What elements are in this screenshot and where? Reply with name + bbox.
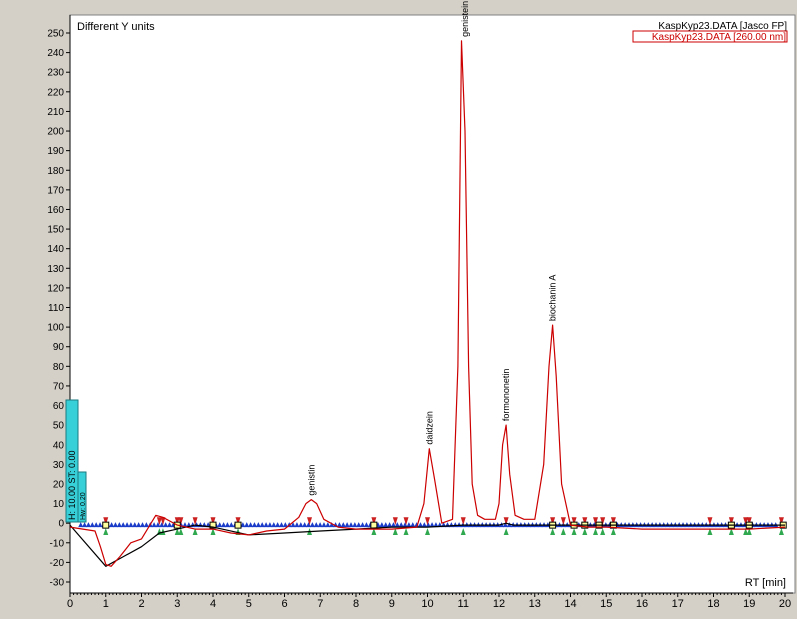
x-tick-label-12: 12 bbox=[493, 598, 505, 610]
y-tick-label-10: 70 bbox=[53, 381, 65, 392]
y-tick-label-4: 10 bbox=[53, 499, 65, 510]
plot-background bbox=[69, 14, 796, 594]
x-tick-label-17: 17 bbox=[672, 598, 684, 610]
x-tick-label-2: 2 bbox=[138, 598, 144, 610]
x-tick-label-13: 13 bbox=[529, 598, 541, 610]
x-tick-label-10: 10 bbox=[421, 598, 433, 610]
x-tick-label-20: 20 bbox=[779, 598, 791, 610]
x-tick-label-14: 14 bbox=[564, 598, 576, 610]
y-tick-label-11: 80 bbox=[53, 362, 65, 373]
box-marker-4 bbox=[370, 521, 378, 529]
annotation-4: biochanin A bbox=[548, 275, 558, 322]
x-axis-label: RT [min] bbox=[745, 577, 786, 589]
x-tick-label-8: 8 bbox=[353, 598, 359, 610]
box-marker-3 bbox=[234, 521, 242, 529]
y-tick-label-5: 20 bbox=[53, 479, 65, 490]
y-tick-label-3: 0 bbox=[58, 519, 64, 530]
x-tick-label-1: 1 bbox=[103, 598, 109, 610]
y-tick-label-9: 60 bbox=[53, 401, 65, 412]
y-tick-label-15: 120 bbox=[47, 283, 64, 294]
y-tick-label-7: 40 bbox=[53, 440, 65, 451]
annotation-3: formononetin bbox=[501, 369, 511, 422]
side-label-1: Hw: 0.20 bbox=[80, 492, 87, 520]
x-tick-label-11: 11 bbox=[458, 598, 469, 610]
x-tick-label-6: 6 bbox=[281, 598, 287, 610]
y-tick-label-25: 220 bbox=[47, 87, 64, 98]
y-tick-label-16: 130 bbox=[47, 264, 64, 275]
legend-entry-0: KaspKyp23.DATA [Jasco FP] bbox=[658, 21, 787, 32]
annotation-2: genistein bbox=[460, 1, 470, 37]
y-tick-label-23: 200 bbox=[47, 127, 64, 138]
x-tick-label-5: 5 bbox=[246, 598, 252, 610]
y-tick-label-12: 90 bbox=[53, 342, 65, 353]
y-tick-label-28: 250 bbox=[47, 29, 64, 40]
y-tick-label-14: 110 bbox=[48, 303, 64, 314]
x-tick-label-19: 19 bbox=[743, 598, 755, 610]
y-tick-label-21: 180 bbox=[47, 166, 64, 177]
legend-entry-1: KaspKyp23.DATA [260.00 nm] bbox=[652, 32, 786, 43]
y-tick-label-20: 170 bbox=[47, 185, 64, 196]
x-tick-label-9: 9 bbox=[389, 598, 395, 610]
side-label-0: H: 10.00 ST: 0.00 bbox=[67, 450, 77, 520]
x-tick-label-18: 18 bbox=[707, 598, 719, 610]
y-tick-label-13: 100 bbox=[47, 323, 64, 334]
chart-title: Different Y units bbox=[77, 21, 155, 33]
x-tick-label-3: 3 bbox=[174, 598, 180, 610]
x-tick-label-0: 0 bbox=[67, 598, 73, 610]
y-tick-label-8: 50 bbox=[53, 421, 65, 432]
annotation-0: genistin bbox=[306, 465, 316, 496]
y-tick-label-17: 140 bbox=[47, 244, 64, 255]
y-tick-label-24: 210 bbox=[47, 107, 64, 118]
x-tick-label-15: 15 bbox=[600, 598, 612, 610]
y-tick-label-6: 30 bbox=[53, 460, 65, 471]
y-tick-label-18: 150 bbox=[47, 225, 64, 236]
x-tick-label-16: 16 bbox=[636, 598, 648, 610]
y-tick-label-22: 190 bbox=[47, 146, 64, 157]
y-tick-label-19: 160 bbox=[47, 205, 64, 216]
annotation-1: daidzein bbox=[424, 411, 434, 445]
box-marker-0 bbox=[102, 521, 110, 529]
y-tick-label-1: -20 bbox=[50, 558, 65, 569]
y-tick-label-0: -30 bbox=[50, 578, 65, 589]
y-tick-label-27: 240 bbox=[47, 48, 64, 59]
x-tick-label-4: 4 bbox=[210, 598, 216, 610]
y-tick-label-2: -10 bbox=[50, 538, 65, 549]
chromatogram-chart: -30 -20 -10 0 10 20 30 40 50 60 70 80 90 100 110 120 130… bbox=[0, 0, 797, 614]
chromatogram-svg: -30-20-100102030405060708090100110120130… bbox=[0, 0, 797, 614]
x-tick-label-7: 7 bbox=[317, 598, 323, 610]
y-tick-label-26: 230 bbox=[47, 68, 64, 79]
